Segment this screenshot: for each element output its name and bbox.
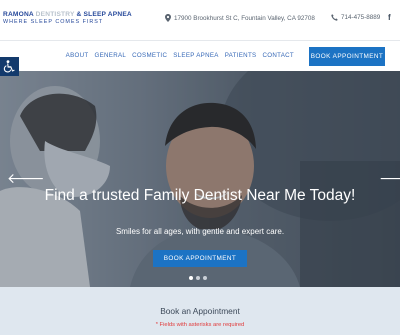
phone-number: 714-475-8889 bbox=[341, 14, 381, 21]
nav-book-appointment-button[interactable]: BOOK APPOINTMENT bbox=[309, 47, 385, 66]
slider-dot-3[interactable] bbox=[203, 276, 207, 280]
nav-cosmetic[interactable]: COSMETIC bbox=[132, 52, 167, 59]
facebook-icon[interactable]: f bbox=[388, 13, 391, 22]
prev-arrow-icon[interactable]: 🡐 bbox=[7, 171, 45, 185]
hero-slider: 🡐 🡒 Find a trusted Family Dentist Near M… bbox=[0, 71, 400, 287]
accessibility-icon[interactable] bbox=[0, 57, 19, 76]
logo[interactable]: RAMONA DENTISTRY & SLEEP APNEA WHERE SLE… bbox=[3, 11, 132, 25]
location-pin-icon bbox=[165, 14, 171, 22]
hero-subtitle: Smiles for all ages, with gentle and exp… bbox=[115, 227, 285, 236]
address-link[interactable]: 17900 Brookhurst St C, Fountain Valley, … bbox=[165, 14, 315, 22]
slider-dots bbox=[189, 276, 210, 280]
phone-icon bbox=[331, 14, 338, 21]
slider-dot-2[interactable] bbox=[196, 276, 200, 280]
slider-dot-1[interactable] bbox=[189, 276, 193, 280]
hero-book-appointment-button[interactable]: BOOK APPOINTMENT bbox=[153, 250, 247, 267]
hero-title: Find a trusted Family Dentist Near Me To… bbox=[44, 187, 356, 204]
logo-name: RAMONA bbox=[3, 11, 34, 18]
nav-about[interactable]: ABOUT bbox=[66, 52, 89, 59]
logo-dentistry: DENTISTRY bbox=[35, 11, 75, 18]
nav-contact[interactable]: CONTACT bbox=[262, 52, 294, 59]
nav-patients[interactable]: PATIENTS bbox=[225, 52, 257, 59]
top-bar: RAMONA DENTISTRY & SLEEP APNEA WHERE SLE… bbox=[0, 0, 400, 40]
next-arrow-icon[interactable]: 🡒 bbox=[379, 171, 400, 185]
phone-link[interactable]: 714-475-8889 bbox=[331, 14, 380, 21]
appointment-section: Book an Appointment * Fields with asteri… bbox=[0, 287, 400, 335]
nav-links: ABOUT GENERAL COSMETIC SLEEP APNEA PATIE… bbox=[60, 52, 294, 59]
nav-sleep-apnea[interactable]: SLEEP APNEA bbox=[173, 52, 219, 59]
address-text: 17900 Brookhurst St C, Fountain Valley, … bbox=[174, 14, 315, 22]
logo-tagline: WHERE SLEEP COMES FIRST bbox=[3, 18, 104, 25]
main-nav: ABOUT GENERAL COSMETIC SLEEP APNEA PATIE… bbox=[0, 40, 400, 71]
nav-general[interactable]: GENERAL bbox=[94, 52, 126, 59]
appointment-title: Book an Appointment bbox=[160, 306, 240, 316]
required-fields-note: * Fields with asterisks are required bbox=[155, 322, 245, 328]
logo-sleep-apnea: & SLEEP APNEA bbox=[76, 11, 132, 18]
